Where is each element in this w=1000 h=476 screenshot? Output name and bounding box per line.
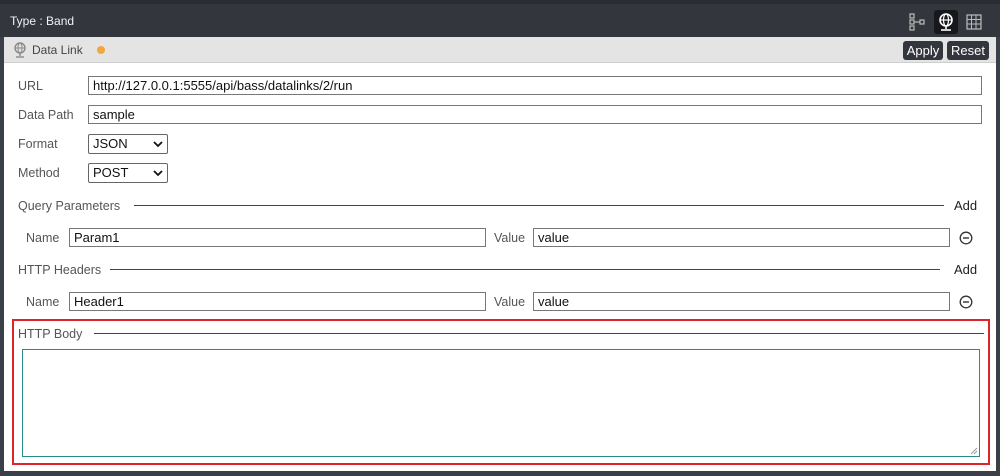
- http-body-textarea[interactable]: [22, 349, 980, 457]
- data-link-header: Data Link Apply Reset: [4, 37, 996, 63]
- param-value-label: Value: [494, 231, 526, 245]
- data-link-label: Data Link: [32, 43, 83, 57]
- format-select[interactable]: JSON: [88, 134, 168, 154]
- globe-icon: [12, 41, 28, 62]
- header-value-label: Value: [494, 295, 526, 309]
- grid-icon[interactable]: [962, 10, 986, 34]
- section-divider: [110, 269, 940, 270]
- data-path-input[interactable]: sample: [88, 105, 982, 124]
- data-link-form: URL http://127.0.0.1:5555/api/bass/datal…: [4, 63, 996, 471]
- method-label: Method: [18, 166, 60, 180]
- resize-grip-icon[interactable]: [969, 446, 978, 455]
- query-parameters-title: Query Parameters: [18, 199, 121, 213]
- http-headers-title: HTTP Headers: [18, 263, 102, 277]
- header-value-input[interactable]: value: [533, 292, 950, 311]
- method-value: POST: [93, 165, 129, 180]
- add-query-parameter-button[interactable]: Add: [954, 198, 977, 213]
- http-body-section: HTTP Body: [12, 319, 990, 465]
- window-title: Type : Band: [10, 14, 75, 28]
- http-body-title: HTTP Body: [18, 327, 83, 341]
- data-path-label: Data Path: [18, 108, 74, 122]
- remove-circle-icon[interactable]: [959, 295, 973, 309]
- url-label: URL: [18, 79, 44, 93]
- chevron-down-icon: [153, 170, 163, 177]
- section-divider: [94, 333, 984, 334]
- remove-circle-icon[interactable]: [959, 231, 973, 245]
- format-label: Format: [18, 137, 58, 151]
- modified-indicator: [97, 46, 105, 54]
- reset-button[interactable]: Reset: [947, 41, 989, 60]
- url-input[interactable]: http://127.0.0.1:5555/api/bass/datalinks…: [88, 76, 982, 95]
- title-bar: Type : Band: [0, 0, 1000, 37]
- add-http-header-button[interactable]: Add: [954, 262, 977, 277]
- apply-button[interactable]: Apply: [903, 41, 943, 60]
- header-name-label: Name: [26, 295, 60, 309]
- param-name-input[interactable]: Param1: [69, 228, 486, 247]
- param-name-label: Name: [26, 231, 60, 245]
- chevron-down-icon: [153, 141, 163, 148]
- tree-icon[interactable]: [905, 10, 929, 34]
- method-select[interactable]: POST: [88, 163, 168, 183]
- format-value: JSON: [93, 136, 128, 151]
- globe-icon[interactable]: [934, 10, 958, 34]
- header-name-input[interactable]: Header1: [69, 292, 486, 311]
- section-divider: [134, 205, 944, 206]
- param-value-input[interactable]: value: [533, 228, 950, 247]
